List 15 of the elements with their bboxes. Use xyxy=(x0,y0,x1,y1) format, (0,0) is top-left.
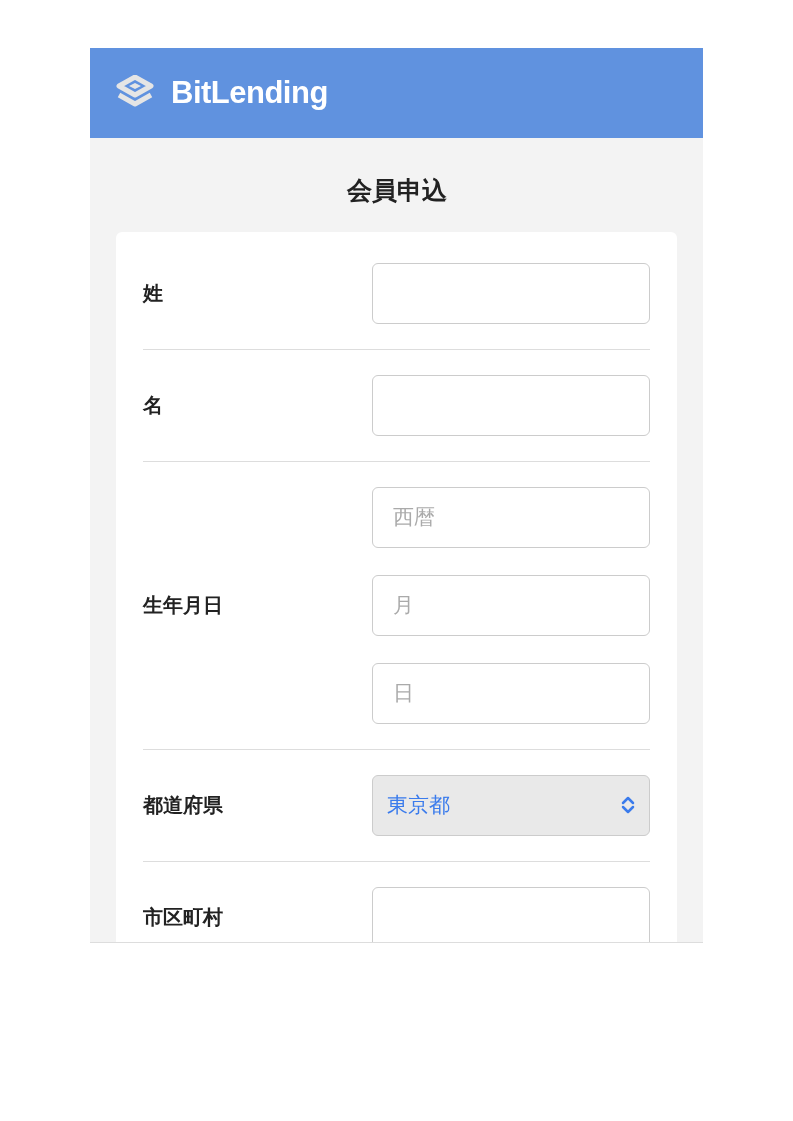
field-label: 生年月日 xyxy=(143,593,224,618)
brand-name: BitLending xyxy=(171,73,328,112)
input-field[interactable] xyxy=(372,262,650,324)
input-field[interactable] xyxy=(372,374,650,436)
page-title: 会員申込 xyxy=(345,175,448,206)
input-field[interactable]: 日 xyxy=(372,662,650,724)
select-field[interactable]: 東京都 xyxy=(372,774,650,836)
field-label: 姓 xyxy=(143,281,164,306)
chevron-icon xyxy=(621,796,635,814)
input-field[interactable] xyxy=(372,886,650,942)
field-label: 名 xyxy=(143,393,164,418)
field-label: 市区町村 xyxy=(143,905,224,930)
input-field[interactable]: 月 xyxy=(372,574,650,636)
field-label: 都道府県 xyxy=(143,793,224,818)
input-field[interactable]: 西暦 xyxy=(372,486,650,548)
